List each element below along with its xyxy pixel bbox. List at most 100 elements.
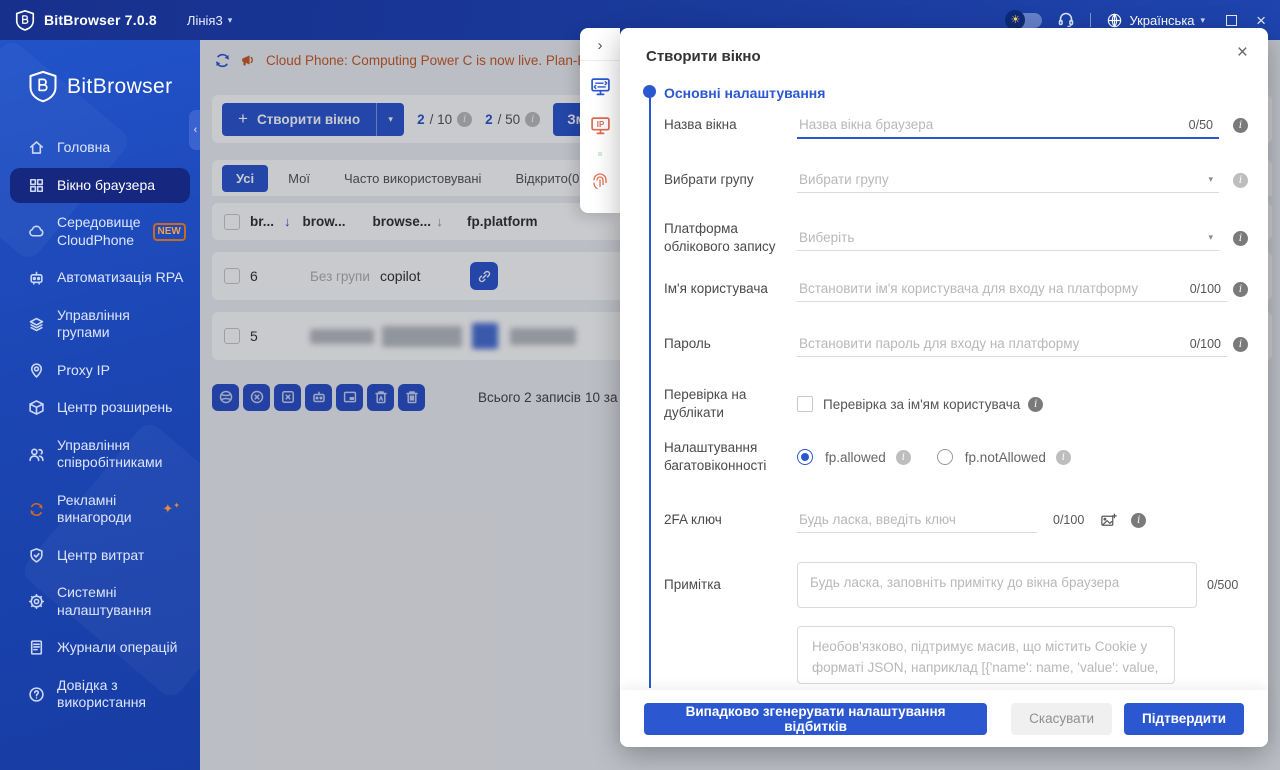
field-note: Примітка 0/500 [664, 562, 1248, 608]
platform-select[interactable]: Виберіть ▾ [797, 225, 1219, 252]
layers-icon [28, 316, 45, 333]
sidebar-menu: Головна Вікно браузера Середовище CloudP… [0, 130, 200, 721]
robot-icon [28, 269, 45, 286]
document-icon [28, 639, 45, 656]
field-platform: Платформа облікового запису Виберіть ▾ i [664, 220, 1248, 256]
username-input[interactable] [799, 281, 1186, 296]
info-icon[interactable]: i [1131, 512, 1147, 528]
group-select[interactable]: Вибрати групу ▾ [797, 167, 1219, 193]
cube-icon [28, 399, 45, 416]
section-step-line [648, 94, 651, 688]
divider [1090, 13, 1092, 27]
cloud-icon [28, 223, 45, 240]
field-2fa-key: 2FA ключ 0/100 i [664, 507, 1248, 533]
info-icon[interactable]: i [1233, 336, 1248, 352]
support-headset-icon[interactable] [1057, 11, 1075, 29]
new-badge: NEW [152, 222, 186, 241]
section-title: Основні налаштування [664, 85, 826, 101]
sidebar-item-groups[interactable]: Управління групами [10, 298, 190, 351]
sun-icon: ☀ [1005, 9, 1026, 30]
fingerprint-icon[interactable] [590, 172, 610, 192]
field-password: Пароль 0/100 i [664, 331, 1248, 357]
theme-toggle[interactable]: ☀ [1005, 9, 1043, 30]
duplicate-check-checkbox[interactable] [797, 396, 813, 413]
caret-down-icon: ▾ [1200, 14, 1206, 25]
question-icon [28, 686, 45, 703]
info-icon[interactable]: i [1233, 118, 1248, 133]
sidebar-item-staff[interactable]: Управління співробітниками [10, 428, 190, 481]
info-icon[interactable]: i [895, 449, 911, 465]
field-multiwindow: Налаштування багатовіконності fp.allowed… [664, 439, 1248, 475]
char-counter: 0/100 [1189, 336, 1221, 351]
fp-allowed-radio[interactable] [797, 449, 813, 466]
generate-fingerprint-button[interactable]: Випадково згенерувати налаштування відби… [644, 702, 988, 735]
scan-qr-image-icon[interactable] [1100, 512, 1118, 529]
info-icon[interactable]: i [1233, 281, 1248, 297]
brand-name: BitBrowser [67, 75, 173, 98]
sidebar-item-operation-logs[interactable]: Журнали операцій [10, 630, 190, 666]
caret-down-icon: ▾ [227, 14, 233, 25]
modal-title: Створити вікно [646, 48, 761, 65]
cookie-textarea[interactable] [797, 626, 1175, 684]
sidebar-item-system-settings[interactable]: Системні налаштування [10, 575, 190, 628]
gear-icon [28, 593, 45, 610]
home-icon [28, 139, 45, 156]
sidebar-item-cloudphone[interactable]: Середовище CloudPhone NEW [10, 205, 190, 258]
info-icon[interactable]: i [1055, 449, 1071, 465]
sidebar-item-home[interactable]: Головна [10, 130, 190, 166]
modal-footer: Випадково згенерувати налаштування відби… [620, 690, 1268, 747]
sparkles-icon: ✦✦ [162, 500, 180, 516]
sidebar-item-extensions[interactable]: Центр розширень [10, 390, 190, 426]
location-pin-icon [28, 362, 45, 379]
browser-settings-icon[interactable] [590, 76, 611, 97]
sidebar-item-rewards[interactable]: Рекламні винагороди ✦✦ [10, 483, 190, 536]
cancel-button[interactable]: Скасувати [1011, 702, 1113, 735]
shield-icon [28, 547, 45, 564]
maximize-button[interactable] [1226, 14, 1238, 26]
svg-text:IP: IP [596, 120, 603, 129]
sidebar-item-help[interactable]: Довідка з використання [10, 668, 190, 721]
password-input[interactable] [799, 336, 1186, 351]
line-selector[interactable]: Лінія3 ▾ [187, 13, 232, 28]
language-selector[interactable]: Українська ▾ [1106, 12, 1205, 29]
caret-down-icon: ▾ [1208, 232, 1213, 243]
caret-down-icon: ▾ [1208, 174, 1213, 184]
reward-refresh-icon [28, 501, 45, 518]
note-textarea[interactable] [797, 562, 1197, 608]
close-window-button[interactable]: × [1256, 12, 1266, 29]
info-icon[interactable]: i [1233, 172, 1248, 188]
confirm-button[interactable]: Підтвердити [1124, 702, 1244, 735]
char-counter: 0/100 [1053, 513, 1085, 527]
modal-section-rail: › IP [580, 28, 620, 213]
bitbrowser-logo-icon [14, 9, 36, 31]
globe-icon [1106, 12, 1123, 29]
rail-collapse-chevron[interactable]: › [598, 35, 603, 60]
divider [580, 60, 620, 61]
sidebar-item-proxy-ip[interactable]: Proxy IP [10, 353, 190, 389]
modal-close-icon[interactable]: × [1237, 42, 1248, 64]
char-counter: 0/50 [1188, 117, 1213, 132]
create-window-modal: Створити вікно × Основні налаштування На… [620, 28, 1268, 747]
char-counter: 0/500 [1207, 578, 1239, 592]
field-username: Ім'я користувача 0/100 i [664, 276, 1248, 302]
char-counter: 0/100 [1189, 281, 1221, 296]
field-group: Вибрати групу Вибрати групу ▾ i [664, 167, 1248, 193]
sidebar-item-rpa[interactable]: Автоматизація RPA [10, 260, 190, 296]
info-icon[interactable]: i [1028, 396, 1044, 412]
brand: BitBrowser [0, 40, 200, 104]
window-name-input[interactable] [799, 117, 1185, 132]
sidebar-item-cost-center[interactable]: Центр витрат [10, 538, 190, 574]
field-duplicate-check: Перевірка на дублікати Перевірка за ім'я… [664, 386, 1248, 422]
sidebar: BitBrowser ‹ Головна Вікно браузера Сере… [0, 40, 200, 770]
info-icon[interactable]: i [1233, 230, 1248, 246]
bitbrowser-shield-icon [28, 70, 58, 104]
field-window-name: Назва вікна 0/50 i [664, 112, 1248, 139]
twofa-key-input[interactable] [799, 512, 1035, 527]
sidebar-item-browser-windows[interactable]: Вікно браузера [10, 167, 190, 203]
field-cookie [664, 626, 1248, 684]
fp-notallowed-radio[interactable] [936, 449, 953, 466]
proxy-ip-icon[interactable]: IP [590, 115, 611, 136]
people-icon [28, 446, 45, 463]
grid-icon [28, 177, 45, 194]
app-title: BitBrowser 7.0.8 [44, 12, 157, 28]
